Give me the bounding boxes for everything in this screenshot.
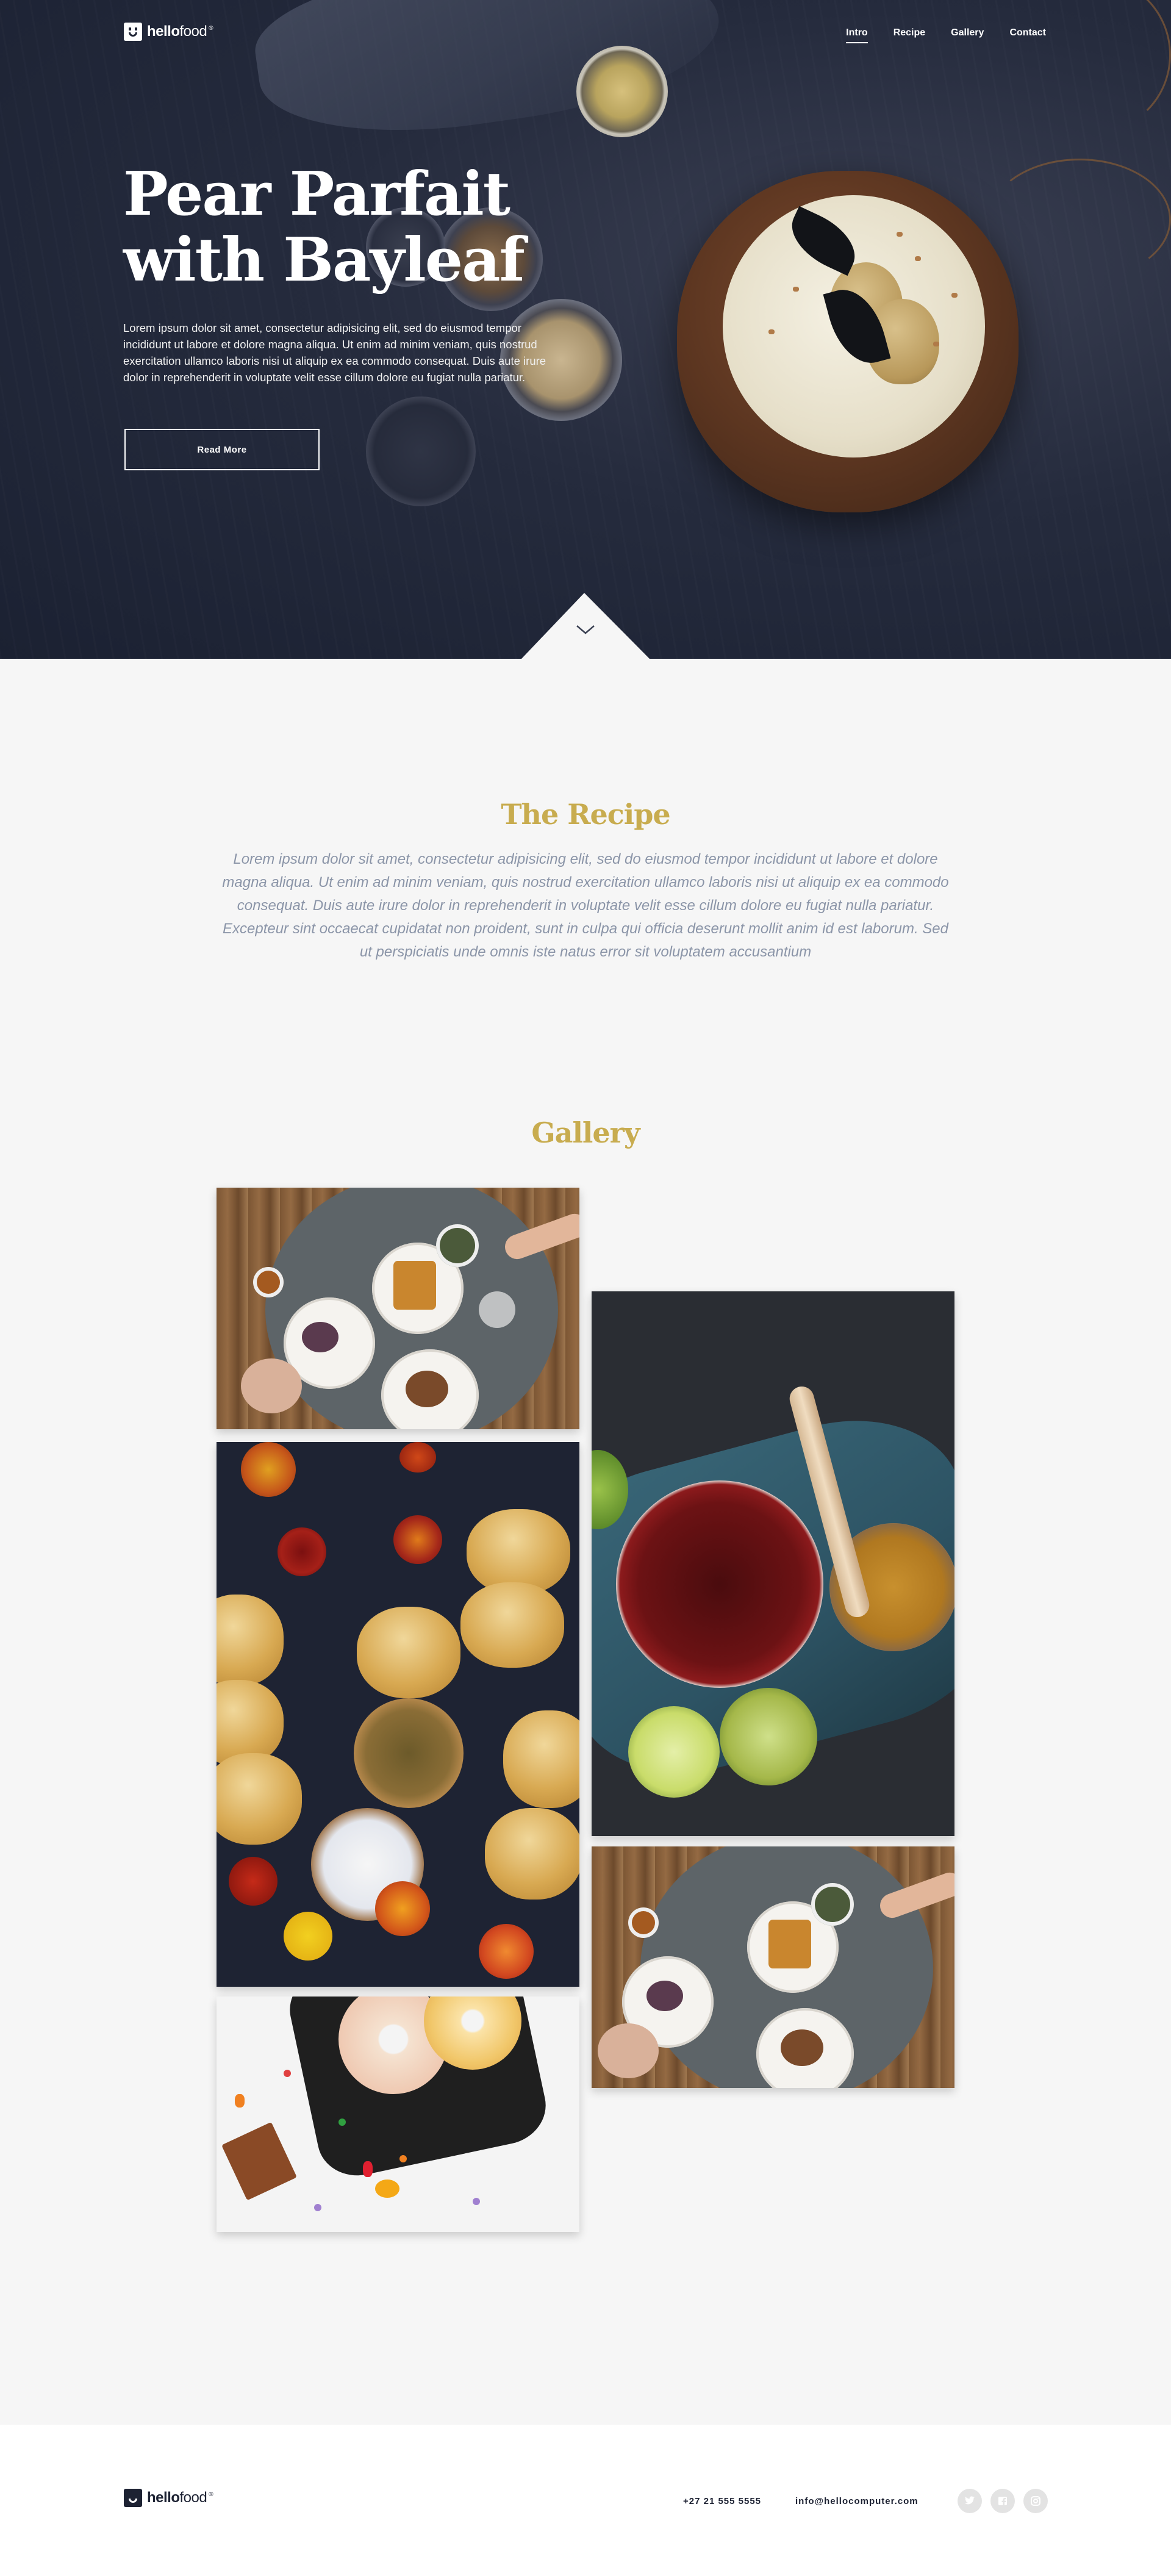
hero-description: Lorem ipsum dolor sit amet, consectetur … [123,321,546,384]
hero-nut [897,232,903,237]
facebook-icon[interactable] [990,2489,1015,2513]
footer-logo-text: hellofood [147,2489,207,2506]
recipe-title: The Recipe [501,798,670,831]
nav-item-gallery[interactable]: Gallery [951,27,984,43]
hero-nut [915,256,921,261]
header-logo[interactable]: hellofood ® [124,23,213,41]
gallery-image-donuts[interactable] [217,1997,579,2232]
footer-logo[interactable]: hellofood ® [124,2489,213,2507]
nav-item-intro[interactable]: Intro [846,27,868,43]
hero-bowl-pear [576,46,668,137]
hero-nut [793,287,799,292]
logo-registered-mark: ® [209,24,213,32]
gallery-title: Gallery [531,1116,640,1149]
footer-logo-registered-mark: ® [209,2491,213,2498]
footer-phone[interactable]: +27 21 555 5555 [683,2496,761,2506]
logo-face-icon [124,23,142,41]
gallery-image-brunch-table[interactable] [217,1188,579,1429]
hero-nut [933,342,939,346]
recipe-text: Lorem ipsum dolor sit amet, consectetur … [222,851,949,960]
hero-nut [768,329,775,334]
gallery-image-scones[interactable] [217,1442,579,1987]
hero-title-line-2: with Bayleaf [123,225,525,295]
instagram-icon[interactable] [1023,2489,1048,2513]
hero-twig [988,159,1171,281]
nav-item-recipe[interactable]: Recipe [893,27,925,43]
footer-email[interactable]: info@hellocomputer.com [795,2496,919,2506]
twitter-icon[interactable] [958,2489,982,2513]
read-more-button[interactable]: Read More [124,429,320,470]
gallery-image-tea-honey[interactable] [592,1291,954,1836]
gallery-image-brunch-table-2[interactable] [592,1846,954,2088]
hero-section: hellofood ® Intro Recipe Gallery Contact… [0,0,1171,659]
nav-item-contact[interactable]: Contact [1009,27,1046,43]
hero-title: Pear Parfait with Bayleaf [123,162,587,293]
logo-text: hellofood [147,23,207,40]
main-nav: Intro Recipe Gallery Contact [820,27,1046,43]
logo-face-icon [124,2489,142,2507]
hero-title-line-1: Pear Parfait [123,159,510,229]
hero-nut [951,293,958,298]
chevron-down-icon[interactable] [573,622,598,637]
footer-social-icons [958,2489,1048,2513]
footer: hellofood ® +27 21 555 5555 info@helloco… [0,2425,1171,2576]
hero-bowl-dark [366,396,476,506]
